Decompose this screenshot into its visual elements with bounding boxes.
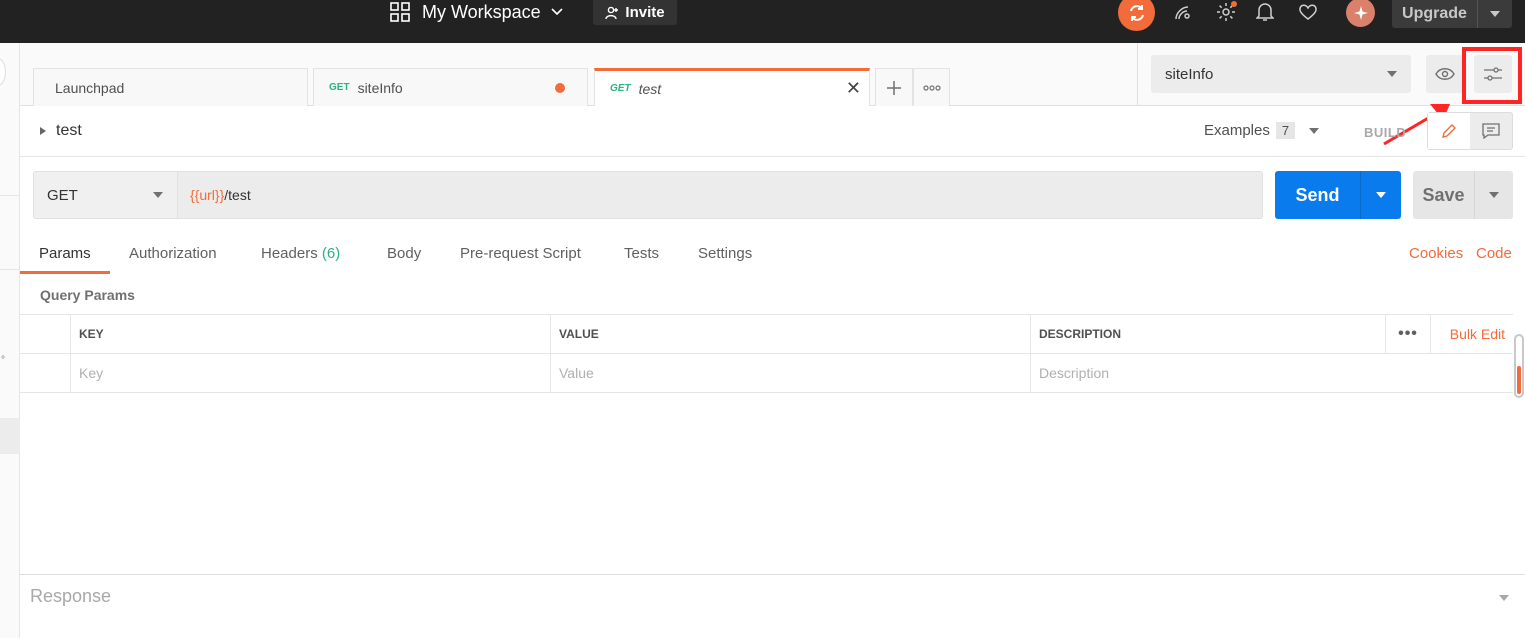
column-header-description: DESCRIPTION bbox=[1030, 315, 1385, 353]
save-options-dropdown[interactable] bbox=[1475, 171, 1513, 219]
pencil-icon bbox=[1442, 124, 1456, 138]
tab-pre-request-script[interactable]: Pre-request Script bbox=[460, 245, 581, 262]
value-input[interactable]: Value bbox=[550, 354, 1030, 392]
avatar[interactable] bbox=[1346, 0, 1375, 27]
caret-down-icon bbox=[1490, 11, 1500, 17]
response-panel: Response bbox=[20, 574, 1525, 638]
satellite-icon bbox=[1175, 6, 1190, 20]
tab-authorization[interactable]: Authorization bbox=[129, 245, 217, 262]
top-bar: My Workspace Invite Upgrade bbox=[0, 0, 1525, 43]
tab-test[interactable]: GET test ✕ bbox=[594, 68, 870, 106]
url-input[interactable]: {{url}}/test bbox=[177, 171, 1263, 219]
tab-launchpad[interactable]: Launchpad bbox=[33, 68, 308, 106]
key-input[interactable]: Key bbox=[70, 354, 550, 392]
grid-icon bbox=[390, 2, 410, 22]
sidebar-collapsed: ° bbox=[0, 43, 20, 638]
comments-button[interactable] bbox=[1470, 113, 1512, 149]
more-icon bbox=[922, 84, 941, 91]
eye-icon bbox=[1435, 68, 1455, 80]
workspace-name: My Workspace bbox=[422, 1, 541, 22]
unsaved-indicator bbox=[555, 82, 565, 93]
caret-down-icon bbox=[1309, 127, 1320, 134]
tab-tests[interactable]: Tests bbox=[624, 245, 659, 262]
code-link[interactable]: Code bbox=[1476, 245, 1512, 262]
cookies-link[interactable]: Cookies bbox=[1409, 245, 1463, 262]
query-params-table: KEY VALUE DESCRIPTION ••• Bulk Edit Key … bbox=[20, 314, 1513, 393]
bell-icon bbox=[1256, 3, 1274, 21]
divider bbox=[0, 269, 20, 270]
heart-button[interactable] bbox=[1297, 0, 1319, 24]
tab-headers[interactable]: Headers (6) bbox=[261, 245, 340, 262]
plus-icon bbox=[887, 80, 901, 95]
send-button[interactable]: Send bbox=[1275, 171, 1401, 219]
close-icon[interactable]: ✕ bbox=[846, 78, 861, 99]
notifications-button[interactable] bbox=[1254, 0, 1276, 24]
caret-down-icon bbox=[153, 192, 163, 198]
satellite-button[interactable] bbox=[1172, 0, 1194, 24]
scrollbar[interactable] bbox=[1514, 334, 1524, 398]
environment-quick-look-button[interactable] bbox=[1426, 55, 1464, 93]
upgrade-button[interactable]: Upgrade bbox=[1392, 0, 1512, 28]
upgrade-dropdown[interactable] bbox=[1478, 11, 1512, 17]
notification-dot bbox=[1231, 1, 1237, 7]
query-params-title: Query Params bbox=[40, 287, 135, 303]
bulk-edit-link[interactable]: Bulk Edit bbox=[1450, 315, 1505, 353]
build-mode-label: BUILD bbox=[1364, 125, 1407, 140]
method-select[interactable]: GET bbox=[33, 171, 177, 219]
heart-icon bbox=[1299, 4, 1317, 20]
tab-body[interactable]: Body bbox=[387, 245, 421, 262]
scrollbar-thumb[interactable] bbox=[1517, 366, 1521, 394]
caret-down-icon bbox=[1489, 192, 1499, 198]
sync-icon bbox=[1129, 4, 1144, 21]
settings-button[interactable] bbox=[1215, 0, 1237, 24]
invite-button[interactable]: Invite bbox=[593, 0, 677, 25]
request-header: test Examples 7 BUILD bbox=[20, 106, 1525, 157]
column-header-value: VALUE bbox=[550, 315, 1030, 353]
sparkle-icon bbox=[1353, 5, 1368, 20]
column-header-key: KEY bbox=[70, 315, 550, 353]
caret-down-icon bbox=[1376, 192, 1386, 198]
sidebar-item[interactable] bbox=[0, 418, 20, 454]
tab-params[interactable]: Params bbox=[39, 245, 91, 262]
examples-count: 7 bbox=[1275, 122, 1296, 139]
add-user-icon bbox=[605, 6, 619, 19]
url-path: /test bbox=[224, 187, 251, 203]
more-icon[interactable]: ° bbox=[1, 355, 5, 366]
response-title: Response bbox=[30, 586, 112, 606]
workspace-switcher[interactable]: My Workspace bbox=[390, 0, 563, 24]
tab-options-button[interactable] bbox=[913, 68, 950, 106]
more-icon[interactable]: ••• bbox=[1385, 315, 1431, 353]
request-name[interactable]: test bbox=[40, 122, 82, 140]
highlight-box bbox=[1462, 47, 1522, 104]
description-input[interactable]: Description bbox=[1030, 354, 1513, 392]
request-tabs-bar: Launchpad GET siteInfo GET test ✕ bbox=[20, 43, 1137, 106]
mode-toggle bbox=[1427, 112, 1513, 150]
edit-mode-button[interactable] bbox=[1428, 113, 1470, 149]
url-variable: {{url}} bbox=[190, 187, 225, 203]
new-tab-button[interactable] bbox=[875, 68, 913, 106]
table-header-row: KEY VALUE DESCRIPTION ••• Bulk Edit bbox=[20, 315, 1513, 354]
request-subtabs: Params Authorization Headers (6) Body Pr… bbox=[20, 235, 1525, 274]
chevron-down-icon[interactable] bbox=[1499, 595, 1509, 601]
examples-dropdown[interactable]: Examples 7 bbox=[1204, 122, 1320, 139]
divider bbox=[0, 195, 20, 196]
active-tab-indicator bbox=[20, 271, 110, 274]
sidebar-search-edge[interactable] bbox=[0, 57, 6, 87]
table-row: Key Value Description bbox=[20, 354, 1513, 393]
sync-button[interactable] bbox=[1118, 0, 1155, 31]
headers-count: (6) bbox=[321, 245, 341, 262]
tab-siteinfo[interactable]: GET siteInfo bbox=[313, 68, 588, 106]
save-button[interactable]: Save bbox=[1413, 171, 1513, 219]
comment-icon bbox=[1482, 123, 1500, 139]
caret-down-icon bbox=[1387, 71, 1397, 77]
send-options-dropdown[interactable] bbox=[1361, 171, 1401, 219]
expand-icon[interactable] bbox=[40, 127, 46, 135]
tab-settings[interactable]: Settings bbox=[698, 245, 752, 262]
chevron-down-icon bbox=[551, 8, 563, 16]
environment-select[interactable]: siteInfo bbox=[1151, 55, 1411, 93]
